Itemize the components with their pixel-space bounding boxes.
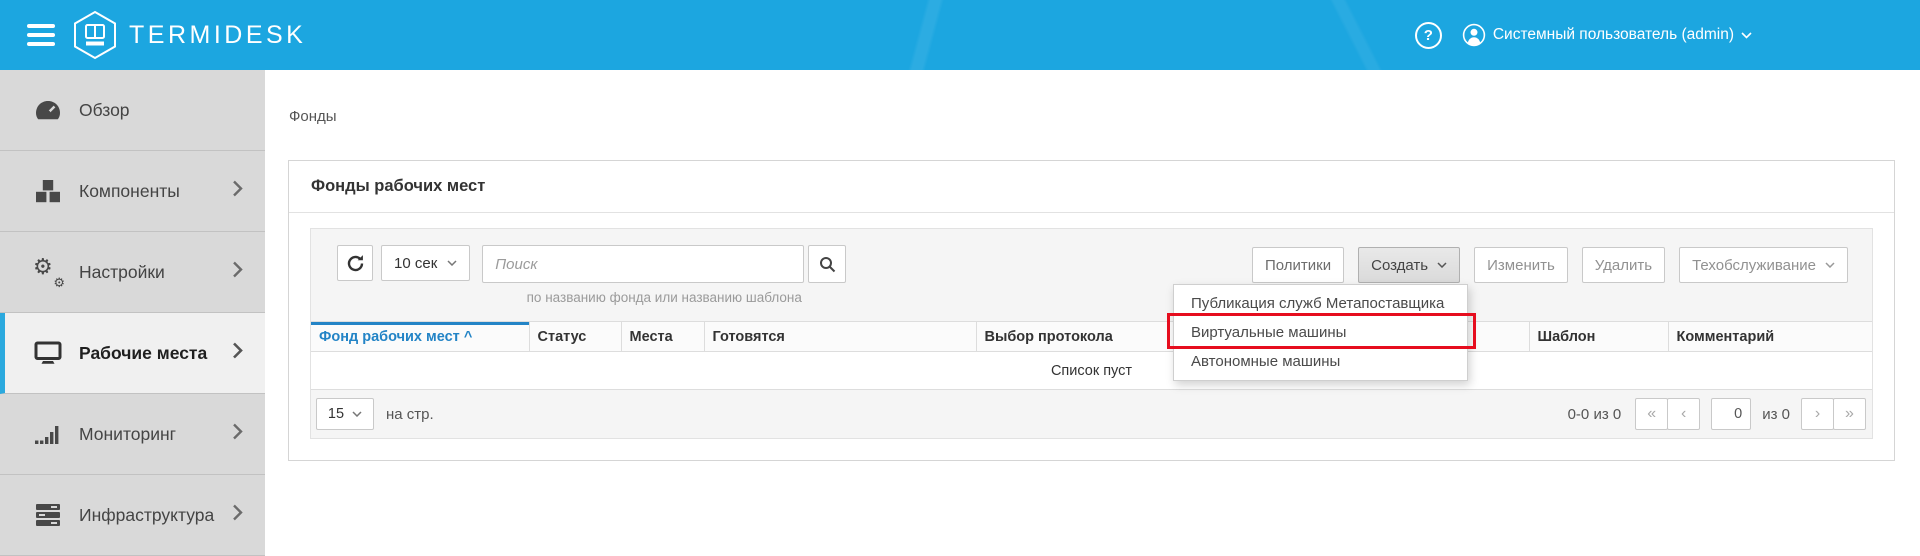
prev-page-button[interactable]: ‹ — [1667, 398, 1700, 430]
create-button[interactable]: Создать — [1358, 247, 1460, 283]
first-page-button[interactable]: « — [1635, 398, 1668, 430]
sidebar-item-label: Мониторинг — [79, 424, 176, 445]
sidebar-item-components[interactable]: Компоненты — [0, 151, 265, 232]
pools-table: Фонд рабочих мест ^ Статус Места Готовят… — [311, 321, 1872, 390]
avatar-icon — [1462, 23, 1486, 47]
topbar: TERMIDESK ? Системный пользователь (admi… — [0, 0, 1920, 70]
menu-item-autonomous-machines[interactable]: Автономные машины — [1174, 347, 1467, 376]
chevron-down-icon — [1825, 262, 1835, 268]
page-size-select[interactable]: 15 — [316, 398, 374, 430]
sidebar-item-label: Рабочие места — [79, 343, 207, 364]
menu-item-virtual-machines[interactable]: Виртуальные машины — [1174, 318, 1467, 347]
sidebar-item-monitoring[interactable]: Мониторинг — [0, 394, 265, 475]
maintenance-button-label: Техобслуживание — [1692, 257, 1816, 274]
column-header-seats[interactable]: Места — [621, 322, 704, 352]
sidebar-item-infrastructure[interactable]: Инфраструктура — [0, 475, 265, 556]
page-number-input[interactable] — [1711, 398, 1751, 430]
maintenance-button[interactable]: Техобслуживание — [1679, 247, 1848, 283]
monitor-icon — [33, 341, 63, 365]
chevron-right-icon — [232, 261, 243, 284]
refresh-interval-value: 10 сек — [394, 255, 437, 272]
column-header-comment[interactable]: Комментарий — [1668, 322, 1872, 352]
chevron-right-icon — [232, 180, 243, 203]
sidebar: Обзор Компоненты ⚙⚙ Настройки — [0, 70, 265, 556]
page-of-label: из 0 — [1762, 406, 1790, 423]
create-button-label: Создать — [1371, 257, 1428, 274]
search-icon — [819, 256, 836, 273]
table-header-row: Фонд рабочих мест ^ Статус Места Готовят… — [311, 322, 1872, 352]
breadcrumb: Фонды — [289, 108, 337, 125]
server-stack-icon — [33, 503, 63, 527]
user-name: Системный пользователь (admin) — [1493, 26, 1734, 44]
policies-button[interactable]: Политики — [1252, 247, 1344, 283]
search-hint: по названию фонда или названию шаблона — [527, 290, 802, 305]
sidebar-item-label: Компоненты — [79, 181, 180, 202]
last-page-button[interactable]: » — [1833, 398, 1866, 430]
sidebar-item-label: Настройки — [79, 262, 165, 283]
page-size-value: 15 — [328, 406, 344, 422]
page-title: Фонды рабочих мест — [289, 161, 1894, 213]
pools-card: Фонды рабочих мест 10 сек — [288, 160, 1895, 461]
column-header-template[interactable]: Шаблон — [1529, 322, 1668, 352]
next-page-button[interactable]: › — [1801, 398, 1834, 430]
cubes-icon — [33, 179, 63, 203]
termidesk-hexagon-icon — [72, 10, 118, 60]
column-header-status[interactable]: Статус — [529, 322, 621, 352]
help-icon[interactable]: ? — [1415, 22, 1442, 49]
user-menu[interactable]: Системный пользователь (admin) — [1462, 23, 1752, 47]
chevron-right-icon — [232, 504, 243, 527]
refresh-interval-select[interactable]: 10 сек — [381, 245, 470, 281]
column-header-pool[interactable]: Фонд рабочих мест ^ — [311, 322, 529, 352]
create-dropdown-menu: Публикация служб Метапоставщика Виртуаль… — [1173, 284, 1468, 381]
sidebar-item-workplaces[interactable]: Рабочие места — [0, 313, 265, 394]
empty-list-text: Список пуст — [311, 352, 1872, 390]
edit-button[interactable]: Изменить — [1474, 247, 1568, 283]
sidebar-item-overview[interactable]: Обзор — [0, 70, 265, 151]
gears-icon: ⚙⚙ — [33, 257, 63, 287]
brand-logo: TERMIDESK — [72, 10, 306, 60]
refresh-icon — [346, 254, 365, 273]
pagination: 15 на стр. 0-0 из 0 « ‹ из 0 › » — [311, 390, 1872, 430]
chevron-down-icon — [1741, 32, 1752, 39]
delete-button[interactable]: Удалить — [1582, 247, 1665, 283]
sidebar-item-label: Инфраструктура — [79, 505, 214, 526]
search-input[interactable] — [482, 245, 804, 283]
column-label: Фонд рабочих мест — [319, 329, 460, 345]
column-header-preparing[interactable]: Готовятся — [704, 322, 976, 352]
chevron-down-icon — [1437, 262, 1447, 268]
chevron-down-icon — [352, 411, 362, 417]
signal-bars-icon — [33, 424, 63, 444]
chevron-right-icon — [232, 342, 243, 365]
chevron-right-icon — [232, 423, 243, 446]
per-page-label: на стр. — [386, 406, 434, 423]
brand-name: TERMIDESK — [129, 21, 306, 50]
sidebar-item-label: Обзор — [79, 100, 130, 121]
menu-toggle-button[interactable] — [27, 24, 55, 46]
search-button[interactable] — [808, 245, 846, 283]
toolbar: 10 сек по названию фонда или названи — [311, 229, 1872, 305]
sidebar-item-settings[interactable]: ⚙⚙ Настройки — [0, 232, 265, 313]
sort-asc-icon: ^ — [464, 329, 472, 345]
gauge-icon — [33, 99, 63, 121]
refresh-button[interactable] — [337, 245, 373, 281]
pools-panel: 10 сек по названию фонда или названи — [310, 228, 1873, 439]
table-empty-row: Список пуст — [311, 352, 1872, 390]
range-label: 0-0 из 0 — [1568, 406, 1622, 423]
chevron-down-icon — [447, 260, 457, 266]
menu-item-metaprovider-services[interactable]: Публикация служб Метапоставщика — [1174, 289, 1467, 318]
